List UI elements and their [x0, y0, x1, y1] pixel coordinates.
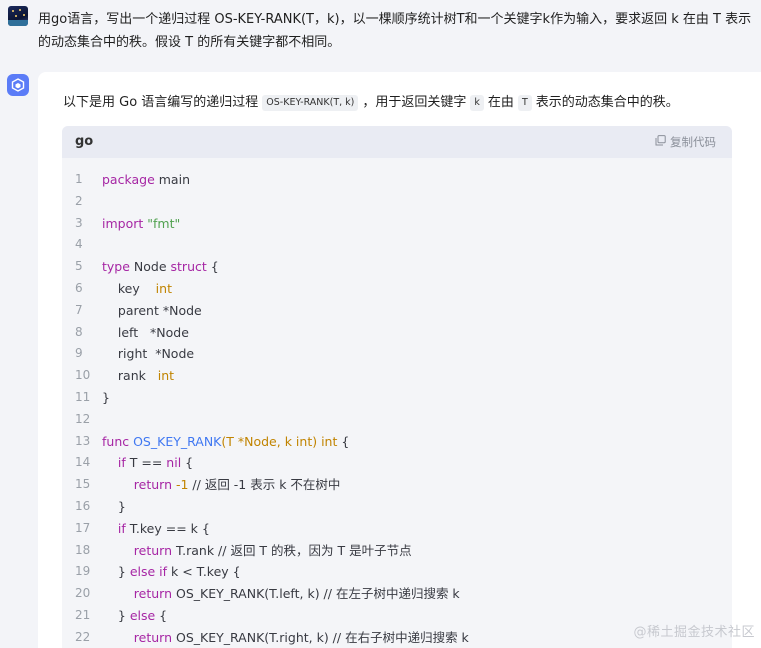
- code-text: return -1 // 返回 -1 表示 k 不在树中: [102, 477, 341, 493]
- assistant-logo-icon: [7, 74, 29, 96]
- line-number: 14: [75, 455, 91, 470]
- line-number: 17: [75, 520, 91, 535]
- code-text: parent *Node: [102, 302, 202, 318]
- user-avatar[interactable]: [8, 6, 28, 26]
- code-line: 14 if T == nil {: [62, 452, 732, 474]
- answer-intro: 以下是用 Go 语言编写的递归过程 OS-KEY-RANK(T, k) ，用于返回关…: [63, 93, 753, 113]
- inline-code-t: T: [517, 95, 532, 111]
- code-line: 18 return T.rank // 返回 T 的秩，因为 T 是叶子节点: [62, 540, 732, 562]
- assistant-answer-card: 以下是用 Go 语言编写的递归过程 OS-KEY-RANK(T, k) ，用于返回关…: [38, 72, 761, 648]
- code-line: 12: [62, 409, 732, 431]
- code-text: right *Node: [102, 346, 195, 362]
- code-text: return T.rank // 返回 T 的秩，因为 T 是叶子节点: [102, 542, 412, 558]
- code-line: 21 } else {: [62, 605, 732, 627]
- code-text: }: [102, 498, 126, 514]
- line-number: 15: [75, 477, 91, 492]
- code-line: 7 parent *Node: [62, 300, 732, 322]
- code-text: left *Node: [102, 324, 189, 340]
- code-line: 4: [62, 234, 732, 256]
- code-text: return OS_KEY_RANK(T.right, k) // 在右子树中递…: [102, 629, 469, 645]
- code-block-header: go 复制代码: [62, 126, 732, 158]
- line-number: 4: [75, 237, 83, 252]
- code-line: 5 type Node struct {: [62, 256, 732, 278]
- code-line: 19 } else if k < T.key {: [62, 561, 732, 583]
- code-text: return OS_KEY_RANK(T.left, k) // 在左子树中递归…: [102, 586, 460, 602]
- line-number: 16: [75, 498, 91, 513]
- user-message-row: 用go语言，写出一个递归过程 OS-KEY-RANK(T，k)，以一棵顺序统计树…: [0, 0, 761, 66]
- code-text: func OS_KEY_RANK(T *Node, k int) int {: [102, 433, 350, 449]
- inline-code-k: k: [470, 95, 484, 111]
- copy-code-label: 复制代码: [670, 135, 716, 149]
- code-line: 15 return -1 // 返回 -1 表示 k 不在树中: [62, 474, 732, 496]
- code-line: 16 }: [62, 496, 732, 518]
- code-text: rank int: [102, 368, 175, 384]
- intro-text: 在由: [487, 95, 514, 110]
- code-line: 9 right *Node: [62, 343, 732, 365]
- code-body: 1 package main 2 3 import "fmt" 4 5 type No…: [62, 158, 732, 648]
- code-text: } else if k < T.key {: [102, 564, 241, 580]
- code-line: 11}: [62, 387, 732, 409]
- user-message-text: 用go语言，写出一个递归过程 OS-KEY-RANK(T，k)，以一棵顺序统计树…: [38, 12, 752, 50]
- copy-icon: [655, 135, 666, 149]
- line-number: 6: [75, 280, 83, 295]
- line-number: 3: [75, 215, 83, 230]
- code-text: import "fmt": [102, 215, 181, 231]
- line-number: 12: [75, 411, 91, 426]
- code-text: if T == nil {: [102, 455, 194, 471]
- line-number: 7: [75, 302, 83, 317]
- line-number: 8: [75, 324, 83, 339]
- line-number: 1: [75, 172, 83, 186]
- code-line: 10 rank int: [62, 365, 732, 387]
- code-text: }: [102, 389, 110, 405]
- code-text: key int: [102, 280, 172, 296]
- intro-text: ，用于返回关键字: [362, 95, 467, 110]
- code-language-label: go: [75, 134, 94, 149]
- code-text: } else {: [102, 607, 168, 623]
- code-text: if T.key == k {: [102, 520, 210, 536]
- line-number: 10: [75, 368, 91, 383]
- line-number: 22: [75, 629, 91, 644]
- inline-code-func: OS-KEY-RANK(T, k): [262, 95, 359, 111]
- line-number: 20: [75, 586, 91, 601]
- code-line: 6 key int: [62, 278, 732, 300]
- code-line: 1 package main: [62, 169, 732, 191]
- code-line: 20 return OS_KEY_RANK(T.left, k) // 在左子树…: [62, 583, 732, 605]
- code-line: 13 func OS_KEY_RANK(T *Node, k int) int {: [62, 431, 732, 453]
- code-line: 3 import "fmt": [62, 213, 732, 235]
- code-line: 2: [62, 191, 732, 213]
- copy-code-button[interactable]: 复制代码: [655, 134, 716, 150]
- line-number: 11: [75, 389, 91, 404]
- intro-text: 以下是用 Go 语言编写的递归过程: [63, 95, 259, 110]
- line-number: 19: [75, 564, 91, 579]
- line-number: 9: [75, 346, 83, 361]
- line-number: 18: [75, 542, 91, 557]
- line-number: 13: [75, 433, 91, 448]
- intro-text: 表示的动态集合中的秩。: [535, 95, 679, 110]
- line-number: 5: [75, 259, 83, 274]
- code-text: type Node struct {: [102, 259, 219, 275]
- code-block: go 复制代码 1 package main 2 3 import "fmt" 4 …: [62, 126, 732, 648]
- watermark: @稀土掘金技术社区: [633, 625, 755, 640]
- line-number: 21: [75, 607, 91, 622]
- code-line: 22 return OS_KEY_RANK(T.right, k) // 在右子…: [62, 627, 732, 648]
- line-number: 2: [75, 193, 83, 208]
- code-line: 8 left *Node: [62, 322, 732, 344]
- code-text: package main: [102, 172, 190, 187]
- code-line: 17 if T.key == k {: [62, 518, 732, 540]
